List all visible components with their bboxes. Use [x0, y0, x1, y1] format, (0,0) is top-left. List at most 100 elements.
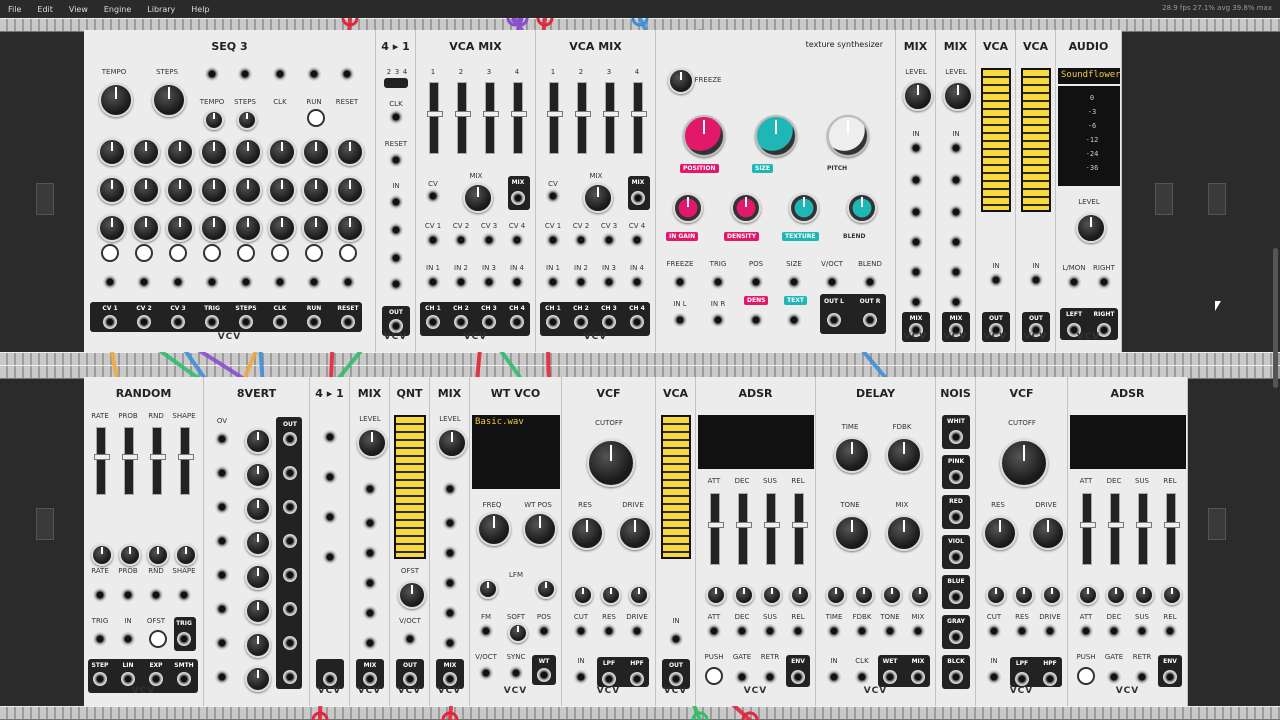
- seq-out-jack[interactable]: [341, 315, 355, 329]
- delay-cv-knob[interactable]: [826, 585, 846, 605]
- gate-jack[interactable]: [171, 275, 185, 289]
- in-jack[interactable]: [949, 235, 963, 249]
- random-cv-knob[interactable]: [91, 544, 113, 566]
- wt-out-jack[interactable]: [537, 668, 551, 682]
- vcf-in-jack[interactable]: [987, 670, 1001, 684]
- noise-blck-jack[interactable]: [949, 670, 963, 684]
- step-knob[interactable]: [166, 214, 194, 242]
- random-cv-jack[interactable]: [149, 588, 163, 602]
- cv-in-jack[interactable]: [673, 275, 687, 289]
- level-knob[interactable]: [357, 428, 387, 458]
- cv-jack[interactable]: [630, 233, 644, 247]
- env-cv-jack[interactable]: [1107, 624, 1121, 638]
- random-slider[interactable]: [94, 427, 110, 495]
- gate-button[interactable]: [237, 244, 255, 262]
- in-jack[interactable]: [363, 482, 377, 496]
- out-jack[interactable]: [403, 672, 417, 686]
- scrollbar[interactable]: [1273, 248, 1278, 388]
- in-jack[interactable]: [669, 632, 683, 646]
- in-jack[interactable]: [989, 273, 1003, 287]
- in-jack[interactable]: [443, 516, 457, 530]
- step-knob[interactable]: [336, 176, 364, 204]
- reset-jack[interactable]: [389, 153, 403, 167]
- ch-out-jack[interactable]: [454, 315, 468, 329]
- step-knob[interactable]: [336, 214, 364, 242]
- vcf-cv-knob[interactable]: [573, 585, 593, 605]
- random-out-jack[interactable]: [121, 672, 135, 686]
- in-jack[interactable]: [909, 173, 923, 187]
- voct-jack[interactable]: [479, 666, 493, 680]
- push-button[interactable]: [705, 667, 723, 685]
- ch-out-jack[interactable]: [546, 315, 560, 329]
- tone-knob[interactable]: [834, 515, 870, 551]
- 8vert-out-jack[interactable]: [283, 568, 297, 582]
- random-cv-jack[interactable]: [121, 588, 135, 602]
- 8vert-in-jack[interactable]: [215, 602, 229, 616]
- channel-slider[interactable]: [631, 82, 647, 154]
- noise-blue-jack[interactable]: [949, 590, 963, 604]
- steps-cv-knob[interactable]: [237, 110, 257, 130]
- envelope-display[interactable]: [1070, 415, 1186, 469]
- noise-whit-jack[interactable]: [949, 430, 963, 444]
- step-knob[interactable]: [234, 214, 262, 242]
- in-jack[interactable]: [602, 275, 616, 289]
- menu-engine[interactable]: Engine: [96, 5, 139, 14]
- envelope-slider[interactable]: [1164, 493, 1180, 565]
- random-cv-jack[interactable]: [93, 588, 107, 602]
- seq-out-jack[interactable]: [273, 315, 287, 329]
- delay-cv-knob[interactable]: [854, 585, 874, 605]
- 8vert-out-jack[interactable]: [283, 432, 297, 446]
- ch-out-jack[interactable]: [574, 315, 588, 329]
- audio-in-left-jack[interactable]: [1067, 275, 1081, 289]
- retr-jack[interactable]: [1135, 670, 1149, 684]
- small-knob[interactable]: [673, 193, 703, 223]
- mix-out-jack[interactable]: [363, 672, 377, 686]
- mix-out-jack[interactable]: [511, 191, 525, 205]
- in-jack[interactable]: [389, 277, 403, 291]
- clk-jack[interactable]: [389, 110, 403, 124]
- gate-button[interactable]: [271, 244, 289, 262]
- in-jack[interactable]: [426, 275, 440, 289]
- gate-button[interactable]: [101, 244, 119, 262]
- delay-clk-jack[interactable]: [855, 670, 869, 684]
- seq-out-jack[interactable]: [205, 315, 219, 329]
- in-jack[interactable]: [389, 251, 403, 265]
- env-cv-knob[interactable]: [1134, 585, 1154, 605]
- in-jack[interactable]: [909, 235, 923, 249]
- step-knob[interactable]: [302, 214, 330, 242]
- 8vert-in-jack[interactable]: [215, 500, 229, 514]
- 8vert-in-jack[interactable]: [215, 466, 229, 480]
- delay-in-jack[interactable]: [827, 670, 841, 684]
- in-jack[interactable]: [443, 482, 457, 496]
- gate-button[interactable]: [339, 244, 357, 262]
- attenuverter-knob[interactable]: [245, 632, 271, 658]
- step-knob[interactable]: [132, 214, 160, 242]
- small-knob[interactable]: [847, 193, 877, 223]
- channel-slider[interactable]: [483, 82, 499, 154]
- cv-jack[interactable]: [546, 233, 560, 247]
- channel-slider[interactable]: [455, 82, 471, 154]
- envelope-slider[interactable]: [736, 493, 752, 565]
- mix-out-jack[interactable]: [443, 672, 457, 686]
- in-jack[interactable]: [909, 295, 923, 309]
- 8vert-out-jack[interactable]: [283, 500, 297, 514]
- mix-knob[interactable]: [886, 515, 922, 551]
- out-jack[interactable]: [669, 672, 683, 686]
- menu-edit[interactable]: Edit: [29, 5, 61, 14]
- lpf-out-jack[interactable]: [1015, 672, 1029, 686]
- big-knob[interactable]: [827, 115, 869, 157]
- envelope-display[interactable]: [698, 415, 814, 469]
- vcf-cv-jack[interactable]: [1015, 624, 1029, 638]
- step-knob[interactable]: [200, 214, 228, 242]
- tempo-cv-knob[interactable]: [204, 110, 224, 130]
- step-knob[interactable]: [166, 138, 194, 166]
- hpf-out-jack[interactable]: [630, 672, 644, 686]
- cv-jack[interactable]: [426, 233, 440, 247]
- envelope-slider[interactable]: [764, 493, 780, 565]
- in-jack[interactable]: [443, 576, 457, 590]
- vcf-cv-jack[interactable]: [602, 624, 616, 638]
- in-jack[interactable]: [949, 205, 963, 219]
- sync-jack[interactable]: [509, 666, 523, 680]
- 8vert-out-jack[interactable]: [283, 534, 297, 548]
- in-jack[interactable]: [323, 510, 337, 524]
